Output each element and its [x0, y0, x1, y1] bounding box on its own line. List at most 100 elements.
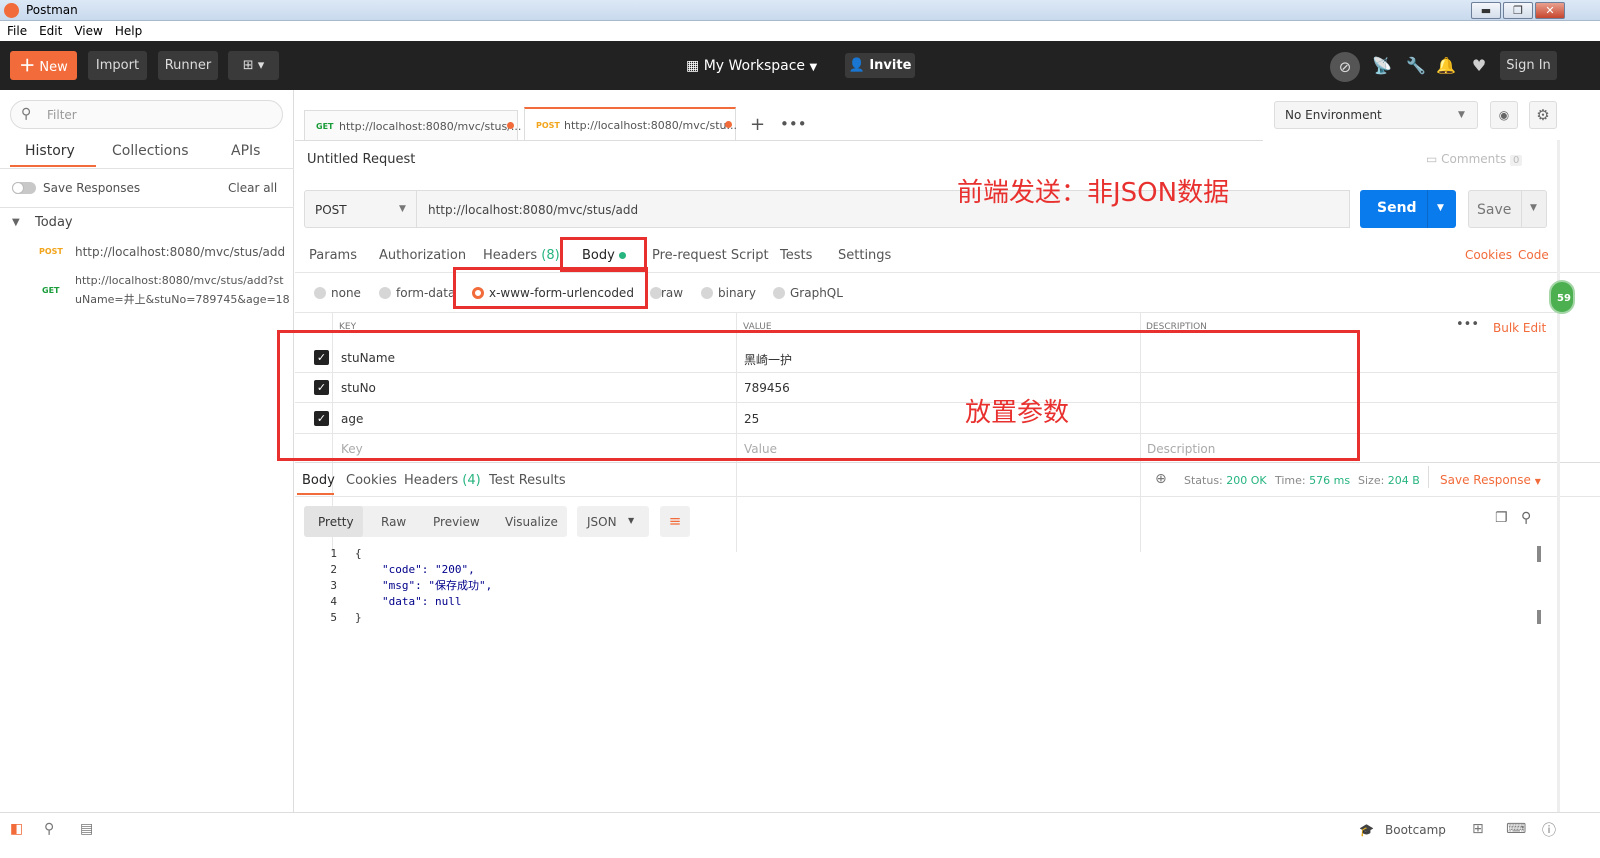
- new-window-button[interactable]: ⊞ ▾: [228, 51, 279, 80]
- response-tab-headers[interactable]: Headers (4): [404, 473, 481, 488]
- heart-icon[interactable]: ♥: [1468, 55, 1490, 77]
- view-raw[interactable]: Raw: [381, 515, 406, 529]
- satellite-icon[interactable]: 📡: [1371, 55, 1393, 77]
- copy-icon[interactable]: ❐: [1495, 510, 1508, 526]
- environment-select[interactable]: No Environment ▼: [1274, 101, 1478, 129]
- tab-history[interactable]: History: [25, 143, 75, 159]
- import-button[interactable]: Import: [88, 51, 147, 80]
- wrap-lines-icon[interactable]: ≡: [660, 506, 690, 537]
- table-more-icon[interactable]: •••: [1456, 317, 1479, 332]
- annotation-params: 放置参数: [965, 398, 1070, 428]
- response-tab-cookies[interactable]: Cookies: [346, 473, 397, 488]
- clear-all-button[interactable]: Clear all: [228, 181, 277, 195]
- new-button[interactable]: ＋ New: [10, 51, 77, 80]
- unsaved-dot-icon: [725, 121, 732, 128]
- response-tab-test-results[interactable]: Test Results: [489, 473, 566, 488]
- grid-icon: ▦: [686, 58, 700, 74]
- bulk-edit-link[interactable]: Bulk Edit: [1493, 321, 1546, 335]
- tab-collections[interactable]: Collections: [112, 143, 189, 159]
- comment-icon: ▭: [1426, 152, 1438, 166]
- send-button[interactable]: Send ▼: [1360, 190, 1456, 228]
- tab-pre-request-script[interactable]: Pre-request Script: [652, 248, 769, 263]
- tab-tests[interactable]: Tests: [780, 248, 812, 263]
- wrench-icon[interactable]: 🔧: [1405, 55, 1427, 77]
- scrollbar[interactable]: [1557, 140, 1560, 812]
- method-select[interactable]: POST ▼: [304, 190, 417, 228]
- radio-none[interactable]: [314, 287, 326, 299]
- save-responses-toggle[interactable]: [12, 182, 36, 194]
- radio-graphql[interactable]: [773, 287, 785, 299]
- maximize-button[interactable]: ❐: [1503, 2, 1533, 19]
- radio-urlencoded[interactable]: [472, 287, 484, 299]
- cookies-link[interactable]: Cookies: [1465, 248, 1512, 262]
- radio-form-data[interactable]: [379, 287, 391, 299]
- history-group-today: Today: [35, 215, 73, 230]
- invite-button[interactable]: 👤 Invite: [845, 53, 915, 78]
- tab-settings[interactable]: Settings: [838, 248, 891, 263]
- bootcamp-link[interactable]: Bootcamp: [1385, 823, 1446, 837]
- window-title-bar: Postman ▬ ❐ ✕: [0, 0, 1600, 21]
- response-time: Time: 576 ms: [1275, 474, 1351, 487]
- close-button[interactable]: ✕: [1535, 2, 1565, 19]
- side-badge[interactable]: 59: [1549, 280, 1575, 314]
- keyboard-icon[interactable]: ⌨: [1506, 821, 1526, 837]
- tab-params[interactable]: Params: [309, 248, 357, 263]
- format-select[interactable]: JSON ▼: [577, 506, 649, 537]
- annotation-front-end: 前端发送：非JSON数据: [957, 178, 1230, 208]
- sidebar-toggle-icon[interactable]: ◧: [10, 821, 23, 837]
- find-icon[interactable]: ⚲: [44, 821, 54, 837]
- tab-apis[interactable]: APIs: [231, 143, 260, 159]
- code-link[interactable]: Code: [1518, 248, 1549, 262]
- unsaved-dot-icon: [507, 122, 514, 129]
- caret-down-icon: ▼: [628, 516, 635, 525]
- layout-icon[interactable]: ⊞: [1472, 821, 1484, 837]
- bootcamp-icon: 🎓: [1359, 823, 1374, 837]
- menu-bar: File Edit View Help: [0, 21, 1600, 41]
- search-icon[interactable]: ⚲: [1521, 510, 1531, 526]
- bell-icon[interactable]: 🔔: [1435, 55, 1457, 77]
- tab-headers[interactable]: Headers (8): [483, 248, 560, 263]
- radio-binary-label: binary: [718, 286, 756, 300]
- minimize-button[interactable]: ▬: [1471, 2, 1501, 19]
- eye-icon[interactable]: ◉: [1490, 101, 1518, 129]
- console-icon[interactable]: ▤: [80, 821, 93, 837]
- runner-button[interactable]: Runner: [158, 51, 218, 80]
- history-item[interactable]: POST http://localhost:8080/mvc/stus/add: [0, 238, 294, 264]
- globe-icon[interactable]: ⊕: [1155, 471, 1167, 487]
- workspace-switcher[interactable]: ▦ My Workspace ▼: [686, 55, 817, 77]
- filter-input[interactable]: ⚲ Filter: [10, 100, 283, 129]
- settings-gear-icon[interactable]: ⚙: [1529, 101, 1557, 129]
- menu-file[interactable]: File: [7, 21, 27, 41]
- menu-view[interactable]: View: [74, 21, 102, 41]
- method-badge: POST: [39, 247, 63, 256]
- caret-down-icon: ▼: [1458, 110, 1465, 120]
- chevron-down-icon[interactable]: ▼: [12, 217, 20, 228]
- response-status: Status: 200 OK: [1184, 474, 1267, 487]
- menu-help[interactable]: Help: [115, 21, 142, 41]
- response-size: Size: 204 B: [1358, 474, 1420, 487]
- save-responses-label: Save Responses: [43, 181, 141, 195]
- add-tab-icon[interactable]: +: [750, 114, 765, 135]
- method-badge: GET: [42, 286, 60, 295]
- sync-off-icon[interactable]: ⊘: [1330, 52, 1360, 82]
- tab-body[interactable]: Body: [582, 248, 626, 263]
- request-title[interactable]: Untitled Request: [307, 152, 415, 167]
- comments-link[interactable]: ▭ Comments 0: [1426, 152, 1523, 166]
- sign-in-button[interactable]: Sign In: [1500, 51, 1557, 80]
- view-preview[interactable]: Preview: [433, 515, 480, 529]
- save-response-button[interactable]: Save Response ▼: [1440, 473, 1541, 487]
- request-tab[interactable]: GET http://localhost:8080/mvc/stus/...: [304, 110, 521, 140]
- history-item[interactable]: GET http://localhost:8080/mvc/stus/add?s…: [0, 270, 294, 310]
- help-icon[interactable]: ⓘ: [1542, 820, 1556, 840]
- view-visualize[interactable]: Visualize: [505, 515, 558, 529]
- view-pretty[interactable]: Pretty: [318, 515, 354, 529]
- radio-binary[interactable]: [701, 287, 713, 299]
- response-tab-body[interactable]: Body: [302, 473, 335, 488]
- menu-edit[interactable]: Edit: [39, 21, 62, 41]
- radio-graphql-label: GraphQL: [790, 286, 843, 300]
- divider: [0, 168, 294, 169]
- request-tab-active[interactable]: POST http://localhost:8080/mvc/stu...: [524, 107, 737, 140]
- more-icon[interactable]: •••: [780, 115, 807, 133]
- tab-authorization[interactable]: Authorization: [379, 248, 466, 263]
- save-button[interactable]: Save ▼: [1468, 190, 1547, 228]
